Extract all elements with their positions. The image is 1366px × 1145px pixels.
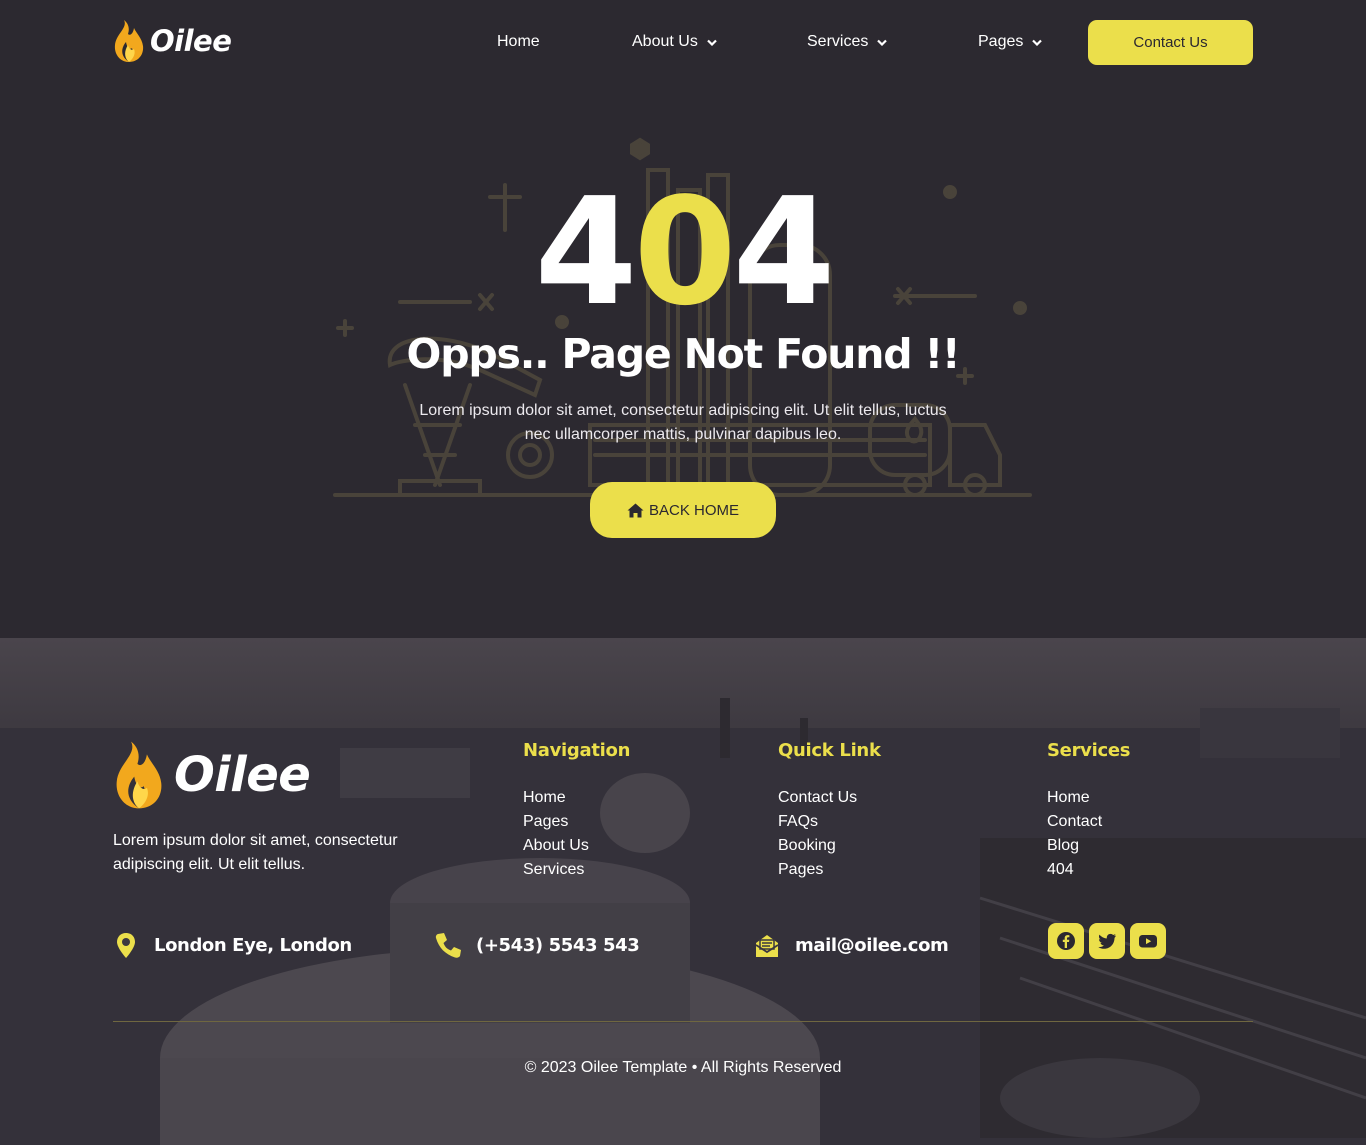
contact-us-button[interactable]: Contact Us: [1088, 20, 1253, 65]
error-code-404: 404: [0, 172, 1366, 332]
footer-phone[interactable]: (+543) 5543 543: [434, 931, 640, 959]
page-title: Opps.. Page Not Found !!: [406, 330, 961, 378]
nav-pages-label: Pages: [978, 33, 1024, 50]
chevron-down-icon: [707, 39, 717, 46]
footer-link[interactable]: FAQs: [778, 810, 857, 834]
chevron-down-icon: [877, 39, 888, 46]
hero-description: Lorem ipsum dolor sit amet, consectetur …: [419, 402, 947, 443]
chevron-down-icon: [1032, 39, 1043, 46]
footer-heading-navigation: Navigation: [523, 740, 631, 761]
error-digit: 4: [534, 166, 638, 338]
back-home-button[interactable]: BACK HOME: [590, 482, 776, 538]
footer-link[interactable]: Home: [1047, 786, 1102, 810]
email-text: mail@oilee.com: [795, 934, 949, 956]
nav-home[interactable]: Home: [497, 31, 540, 53]
error-digit: 4: [732, 166, 835, 338]
footer-link[interactable]: Services: [523, 858, 589, 882]
logo-text: Oilee: [150, 24, 232, 58]
flame-logo-icon: [114, 20, 144, 62]
copyright-text: © 2023 Oilee Template • All Rights Reser…: [524, 1059, 842, 1076]
flame-logo-icon: [116, 741, 162, 809]
map-pin-icon: [117, 933, 135, 958]
footer-link[interactable]: Contact Us: [778, 786, 857, 810]
youtube-button[interactable]: [1130, 923, 1166, 959]
logo-text: Oilee: [174, 747, 311, 803]
back-home-label: BACK HOME: [648, 501, 739, 519]
footer-heading-quick-link: Quick Link: [778, 740, 881, 761]
facebook-icon: [1057, 932, 1075, 950]
footer-logo[interactable]: Oilee: [112, 738, 311, 812]
footer-divider: [113, 1021, 1253, 1022]
nav-pages[interactable]: Pages: [978, 31, 1043, 53]
error-digit-highlight: 0: [633, 166, 737, 338]
footer-link[interactable]: Home: [523, 786, 589, 810]
nav-about-us-label: About Us: [632, 33, 698, 50]
site-logo[interactable]: Oilee: [112, 18, 232, 64]
twitter-icon: [1098, 933, 1116, 949]
youtube-icon: [1139, 935, 1157, 948]
nav-services-label: Services: [807, 33, 869, 50]
site-footer: Oilee Lorem ipsum dolor sit amet, consec…: [0, 638, 1366, 1145]
facebook-button[interactable]: [1048, 923, 1084, 959]
nav-about-us[interactable]: About Us: [632, 31, 717, 53]
envelope-icon: [755, 935, 779, 957]
footer-navigation-list: Home Pages About Us Services: [523, 786, 589, 882]
footer-link[interactable]: Booking: [778, 834, 857, 858]
footer-link[interactable]: About Us: [523, 834, 589, 858]
footer-heading-services: Services: [1047, 740, 1131, 761]
footer-link[interactable]: Contact: [1047, 810, 1102, 834]
footer-link[interactable]: 404: [1047, 858, 1102, 882]
address-text: London Eye, London: [154, 934, 352, 956]
twitter-button[interactable]: [1089, 923, 1125, 959]
phone-text: (+543) 5543 543: [476, 934, 640, 956]
footer-address: London Eye, London: [112, 931, 352, 959]
footer-link[interactable]: Pages: [523, 810, 589, 834]
site-header: Oilee Home About Us Services Pages Conta…: [0, 0, 1366, 85]
footer-services-list: Home Contact Blog 404: [1047, 786, 1102, 882]
footer-link[interactable]: Blog: [1047, 834, 1102, 858]
footer-link[interactable]: Pages: [778, 858, 857, 882]
social-links: [1048, 923, 1171, 959]
nav-services[interactable]: Services: [807, 31, 888, 53]
nav-home-label: Home: [497, 33, 540, 50]
footer-email[interactable]: mail@oilee.com: [753, 931, 949, 959]
phone-icon: [435, 933, 461, 958]
footer-about-text: Lorem ipsum dolor sit amet, consectetur …: [113, 832, 398, 873]
footer-quick-link-list: Contact Us FAQs Booking Pages: [778, 786, 857, 882]
home-icon: [627, 503, 644, 517]
